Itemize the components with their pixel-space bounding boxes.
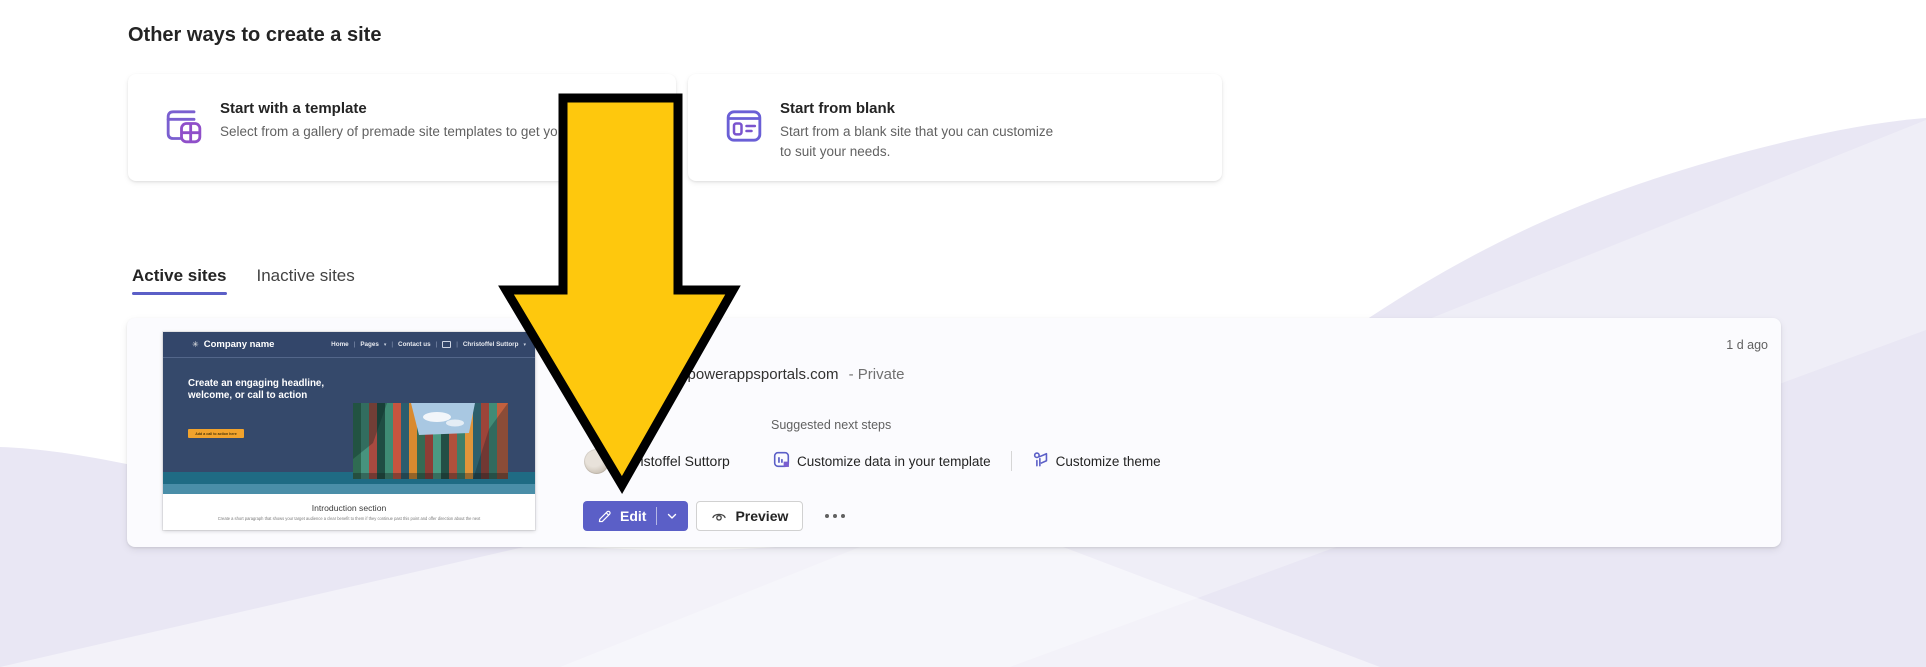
nav-separator: | [456,341,458,348]
preview-hero-photo [353,403,508,479]
site-url-row: y.powerappsportals.com - Private [677,366,905,383]
nav-separator: | [435,341,438,348]
edit-button[interactable]: Edit [583,501,689,531]
customize-theme-link[interactable]: Customize theme [1032,451,1161,471]
preview-company-name: Company name [203,339,275,350]
preview-header: ✳ Company name Home | Pages ▾ | Contact … [163,332,535,358]
eye-icon [711,508,727,524]
tab-inactive-sites[interactable]: Inactive sites [257,266,355,295]
preview-nav-pages: Pages [360,341,379,348]
sites-tabs: Active sites Inactive sites [132,266,355,295]
avatar [584,448,609,474]
preview-button[interactable]: Preview [696,501,804,531]
nav-separator: | [353,341,356,348]
preview-nav-contact: Contact us [398,341,431,348]
preview-intro-text: Create a short paragraph that shows your… [217,516,481,521]
suggested-next-steps-label: Suggested next steps [771,418,892,432]
card-description: Select from a gallery of premade site te… [220,124,635,139]
preview-cta-button: Add a call to action here [188,429,244,438]
card-description: Start from a blank site that you can cus… [780,124,1054,159]
last-modified-timestamp: 1 d ago [1726,338,1768,352]
site-owner: Christoffel Suttorp [584,448,730,474]
preview-button-label: Preview [735,508,789,524]
nav-box-icon [442,341,452,348]
page-title: Other ways to create a site [128,24,382,46]
preview-nav: Home | Pages ▾ | Contact us | | Christof… [331,341,526,348]
pencil-icon [597,509,612,524]
edit-button-label: Edit [620,508,647,524]
owner-name: Christoffel Suttorp [618,453,730,469]
nav-separator: | [391,341,394,348]
preview-hero: Create an engaging headline, welcome, or… [163,358,535,479]
chevron-down-icon: ▾ [523,341,526,348]
preview-intro-heading: Introduction section [311,503,387,513]
tab-active-sites[interactable]: Active sites [132,266,227,295]
more-options-button[interactable] [819,508,851,524]
customize-theme-label: Customize theme [1055,453,1161,469]
more-horizontal-icon [823,512,847,520]
start-from-blank-card[interactable]: Start from blank Start from a blank site… [688,74,1222,181]
preview-band-light-teal [163,484,535,494]
preview-brand: ✳ Company name [192,339,274,350]
chevron-down-icon[interactable] [666,510,678,522]
chevron-down-icon: ▾ [383,341,387,348]
template-icon [164,104,204,153]
divider [1010,451,1012,471]
card-title: Start from blank [780,100,896,117]
preview-nav-user: Christoffel Suttorp [462,341,519,348]
suggestion-links: Customize data in your template Customiz… [773,448,1161,474]
site-url-link[interactable]: y.powerappsportals.com [677,366,838,383]
site-row-card: 1 d ago ✳ Company name Home | Pages ▾ | … [127,318,1781,547]
preview-nav-home: Home [331,341,349,348]
customize-data-link[interactable]: Customize data in your template [773,451,991,471]
company-logo-icon: ✳ [192,340,199,349]
blank-site-icon [724,104,764,153]
site-preview-thumbnail[interactable]: ✳ Company name Home | Pages ▾ | Contact … [163,332,535,530]
start-with-template-card[interactable]: Start with a template Select from a gall… [128,74,676,181]
preview-intro-section: Introduction section Create a short para… [163,494,535,530]
card-title: Start with a template [220,100,367,117]
customize-data-label: Customize data in your template [797,453,991,469]
site-privacy-label: - Private [848,366,905,383]
customize-theme-icon [1032,451,1049,471]
customize-data-icon [773,451,790,471]
preview-hero-heading: Create an engaging headline, welcome, or… [188,378,325,401]
site-actions: Edit Preview [583,501,851,531]
split-divider [656,507,658,525]
power-pages-home: Other ways to create a site Start with a… [0,0,1926,667]
